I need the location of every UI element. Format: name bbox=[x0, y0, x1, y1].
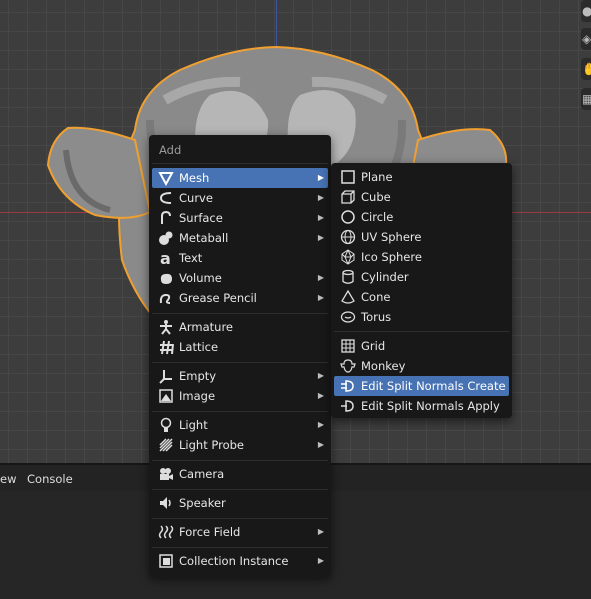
ico-sphere-icon bbox=[340, 249, 356, 265]
mesh-icon bbox=[158, 170, 174, 186]
light-probe-icon bbox=[158, 437, 174, 453]
mesh-item-plane[interactable]: Plane bbox=[334, 167, 509, 187]
add-menu: Add Mesh ▶ Curve ▶ Surface ▶ Metaball ▶ … bbox=[149, 135, 331, 577]
submenu-arrow-icon: ▶ bbox=[317, 193, 324, 202]
empty-icon bbox=[158, 368, 174, 384]
split-normals-create-icon bbox=[340, 378, 356, 394]
image-icon bbox=[158, 388, 174, 404]
monkey-icon bbox=[340, 358, 356, 374]
menu-item-armature[interactable]: Armature bbox=[152, 317, 328, 337]
mesh-item-cone[interactable]: Cone bbox=[334, 287, 509, 307]
grid-icon bbox=[340, 338, 356, 354]
grease-pencil-icon bbox=[158, 290, 174, 306]
metaball-icon bbox=[158, 230, 174, 246]
menu-separator bbox=[152, 163, 328, 164]
light-icon bbox=[158, 417, 174, 433]
menu-separator bbox=[152, 489, 328, 490]
cone-icon bbox=[340, 289, 356, 305]
menu-separator bbox=[334, 331, 509, 332]
menu-separator bbox=[152, 313, 328, 314]
mesh-item-monkey[interactable]: Monkey bbox=[334, 356, 509, 376]
tab-console[interactable]: Console bbox=[27, 472, 73, 486]
menu-item-light-probe[interactable]: Light Probe ▶ bbox=[152, 435, 328, 455]
mesh-item-ico-sphere[interactable]: Ico Sphere bbox=[334, 247, 509, 267]
split-normals-apply-icon bbox=[340, 398, 356, 414]
surface-icon bbox=[158, 210, 174, 226]
menu-item-empty[interactable]: Empty ▶ bbox=[152, 366, 328, 386]
submenu-arrow-icon: ▶ bbox=[317, 233, 324, 242]
camera-icon bbox=[158, 466, 174, 482]
speaker-icon bbox=[158, 495, 174, 511]
plane-icon bbox=[340, 169, 356, 185]
menu-item-mesh[interactable]: Mesh ▶ bbox=[152, 168, 328, 188]
submenu-arrow-icon: ▶ bbox=[317, 556, 324, 565]
tab-view[interactable]: ew bbox=[0, 472, 16, 486]
menu-item-collection-instance[interactable]: Collection Instance ▶ bbox=[152, 551, 328, 571]
mesh-item-edit-split-normals-apply[interactable]: Edit Split Normals Apply bbox=[334, 396, 509, 416]
submenu-arrow-icon: ▶ bbox=[317, 440, 324, 449]
menu-item-surface[interactable]: Surface ▶ bbox=[152, 208, 328, 228]
axis-gizmo-icon[interactable]: ● bbox=[581, 0, 591, 22]
curve-icon bbox=[158, 190, 174, 206]
mesh-item-cylinder[interactable]: Cylinder bbox=[334, 267, 509, 287]
armature-icon bbox=[158, 319, 174, 335]
submenu-arrow-icon: ▶ bbox=[317, 293, 324, 302]
menu-item-metaball[interactable]: Metaball ▶ bbox=[152, 228, 328, 248]
menu-item-force-field[interactable]: Force Field ▶ bbox=[152, 522, 328, 542]
menu-separator bbox=[152, 460, 328, 461]
submenu-arrow-icon: ▶ bbox=[317, 213, 324, 222]
pan-hand-icon[interactable]: ✋ bbox=[581, 58, 591, 80]
mesh-item-cube[interactable]: Cube bbox=[334, 187, 509, 207]
camera-view-icon[interactable]: ▦ bbox=[581, 88, 591, 110]
cylinder-icon bbox=[340, 269, 356, 285]
menu-item-light[interactable]: Light ▶ bbox=[152, 415, 328, 435]
svg-text:a: a bbox=[160, 250, 171, 266]
menu-item-lattice[interactable]: Lattice bbox=[152, 337, 328, 357]
menu-item-image[interactable]: Image ▶ bbox=[152, 386, 328, 406]
add-menu-title: Add bbox=[159, 143, 182, 157]
submenu-arrow-icon: ▶ bbox=[317, 371, 324, 380]
menu-separator bbox=[152, 518, 328, 519]
mesh-item-grid[interactable]: Grid bbox=[334, 336, 509, 356]
menu-item-volume[interactable]: Volume ▶ bbox=[152, 268, 328, 288]
force-field-icon bbox=[158, 524, 174, 540]
collection-instance-icon bbox=[158, 553, 174, 569]
uv-sphere-icon bbox=[340, 229, 356, 245]
submenu-arrow-icon: ▶ bbox=[317, 420, 324, 429]
lattice-icon bbox=[158, 339, 174, 355]
mesh-item-torus[interactable]: Torus bbox=[334, 307, 509, 327]
mesh-item-circle[interactable]: Circle bbox=[334, 207, 509, 227]
menu-separator bbox=[152, 547, 328, 548]
torus-icon bbox=[340, 309, 356, 325]
submenu-arrow-icon: ▶ bbox=[317, 527, 324, 536]
text-icon: a bbox=[158, 250, 174, 266]
menu-item-speaker[interactable]: Speaker bbox=[152, 493, 328, 513]
menu-item-curve[interactable]: Curve ▶ bbox=[152, 188, 328, 208]
circle-icon bbox=[340, 209, 356, 225]
menu-separator bbox=[152, 411, 328, 412]
mesh-item-uv-sphere[interactable]: UV Sphere bbox=[334, 227, 509, 247]
submenu-arrow-icon: ▶ bbox=[317, 173, 324, 182]
cube-icon bbox=[340, 189, 356, 205]
menu-item-grease-pencil[interactable]: Grease Pencil ▶ bbox=[152, 288, 328, 308]
zoom-icon[interactable]: ◈ bbox=[581, 28, 591, 50]
menu-item-camera[interactable]: Camera bbox=[152, 464, 328, 484]
volume-icon bbox=[158, 270, 174, 286]
mesh-submenu: Plane Cube Circle UV Sphere Ico Sphere C… bbox=[331, 163, 512, 418]
submenu-arrow-icon: ▶ bbox=[317, 273, 324, 282]
submenu-arrow-icon: ▶ bbox=[317, 391, 324, 400]
mesh-item-edit-split-normals-create[interactable]: Edit Split Normals Create bbox=[334, 376, 509, 396]
menu-separator bbox=[152, 362, 328, 363]
menu-item-text[interactable]: a Text bbox=[152, 248, 328, 268]
